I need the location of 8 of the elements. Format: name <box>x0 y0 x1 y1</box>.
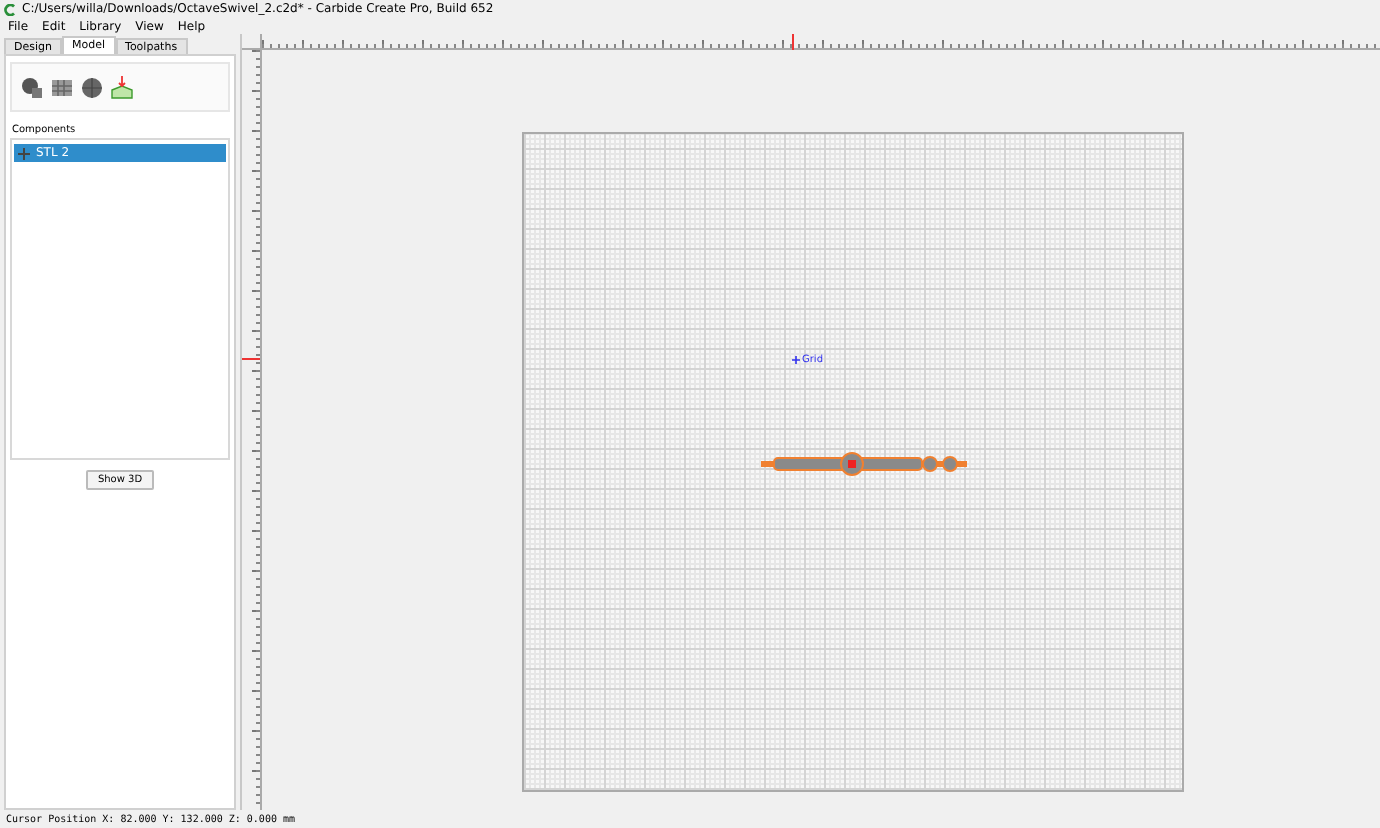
import-model-icon[interactable] <box>110 75 134 99</box>
sphere-cube-icon[interactable] <box>20 75 44 99</box>
expand-icon[interactable] <box>18 147 30 159</box>
part-drawing[interactable] <box>756 448 972 480</box>
sphere-icon[interactable] <box>80 75 104 99</box>
grid-marker-icon <box>792 356 800 364</box>
grid-block-icon[interactable] <box>50 75 74 99</box>
app-icon <box>4 3 16 15</box>
